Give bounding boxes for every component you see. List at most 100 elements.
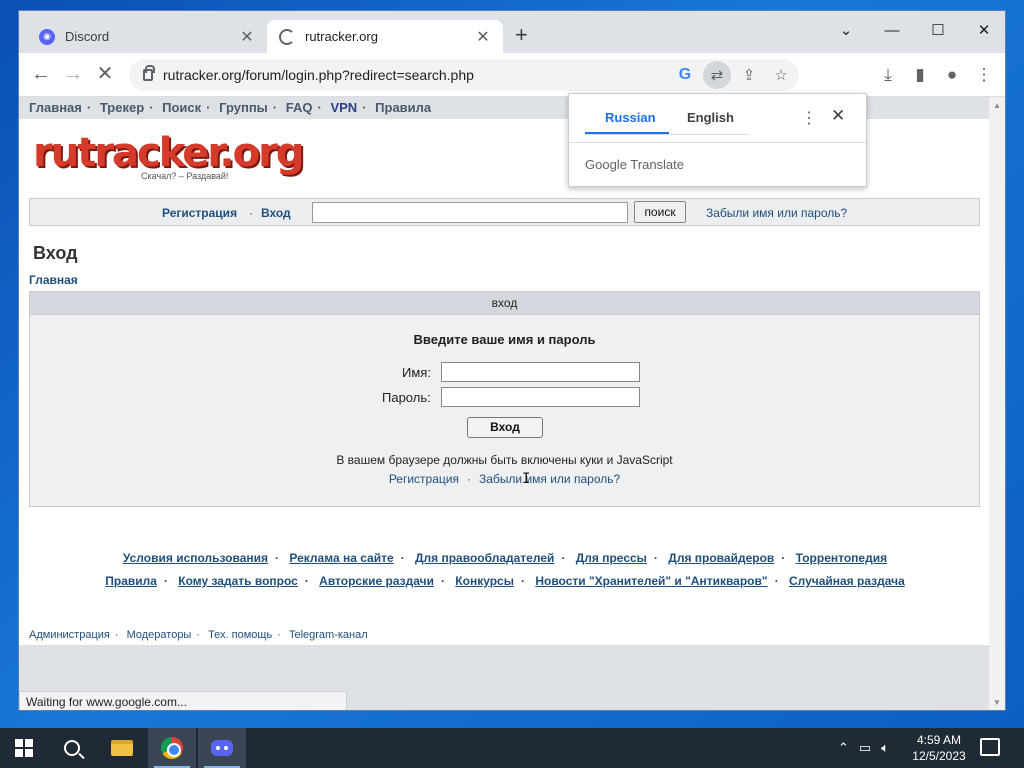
footer-links-row-2: Правила · Кому задать вопрос · Авторские р… (105, 574, 905, 588)
translate-source-language[interactable]: Russian (605, 110, 656, 125)
footer-link[interactable]: Авторские раздачи (319, 574, 434, 588)
folder-icon (111, 740, 133, 756)
admin-link[interactable]: Модераторы (127, 629, 192, 641)
footer-link[interactable]: Для правообладателей (415, 551, 554, 565)
close-icon[interactable]: ✕ (831, 106, 845, 126)
tab-search-icon[interactable]: ⌄ (823, 17, 869, 45)
tab-discord[interactable]: ◉ Discord ✕ (27, 20, 267, 53)
translate-target-language[interactable]: English (687, 110, 734, 125)
footer-link[interactable]: Кому задать вопрос (178, 574, 298, 588)
discord-icon (211, 740, 233, 756)
search-input[interactable] (312, 202, 628, 223)
breadcrumb-home[interactable]: Главная (29, 273, 78, 287)
notifications-icon[interactable] (980, 738, 1000, 756)
vertical-scrollbar[interactable]: ▲ ▼ (989, 97, 1005, 710)
text-cursor-icon: I (522, 471, 531, 487)
lock-icon[interactable] (143, 65, 155, 81)
tab-divider (585, 134, 749, 135)
bookmark-star-icon[interactable]: ☆ (767, 61, 795, 89)
footer-link[interactable]: Новости "Хранителей" и "Антикваров" (535, 574, 767, 588)
login-form: вход Введите ваше имя и пароль Имя: Паро… (29, 291, 980, 507)
username-input[interactable] (441, 362, 640, 382)
tab-title: Discord (65, 29, 110, 44)
password-label: Пароль: (382, 390, 431, 405)
side-panel-icon[interactable]: ▮ (908, 65, 932, 85)
cookies-note: В вашем браузере должны быть включены ку… (336, 453, 673, 467)
forgot-password-link[interactable]: Забыли имя или пароль? (479, 472, 620, 486)
forward-button[interactable]: → (61, 63, 85, 85)
close-tab-icon[interactable]: ✕ (475, 27, 491, 47)
search-button[interactable]: поиск (634, 201, 686, 223)
site-logo[interactable]: rutracker.org Скачал? – Раздавай! (33, 131, 304, 187)
network-icon[interactable]: ▭ (859, 740, 871, 756)
address-bar[interactable]: rutracker.org/forum/login.php?redirect=s… (129, 59, 799, 91)
footer-link[interactable]: Для провайдеров (668, 551, 774, 565)
chevron-up-icon[interactable]: ⌃ (838, 740, 849, 756)
login-prompt: Введите ваше имя и пароль (413, 332, 596, 347)
back-button[interactable]: ← (29, 63, 53, 85)
chrome-button[interactable] (148, 728, 196, 768)
download-icon[interactable]: ⤓ (876, 65, 900, 85)
nav-rules[interactable]: Правила (375, 100, 431, 115)
profile-icon[interactable]: ● (940, 65, 964, 85)
footer-link[interactable]: Торрентопедия (796, 551, 887, 565)
url-text[interactable]: rutracker.org/forum/login.php?redirect=s… (163, 67, 671, 83)
register-link[interactable]: Регистрация (389, 472, 459, 486)
nav-search[interactable]: Поиск (162, 100, 201, 115)
admin-links: Администрация · Модераторы · Тех. помощь · … (29, 629, 368, 641)
nav-groups[interactable]: Группы (219, 100, 268, 115)
google-lens-icon[interactable]: G (671, 61, 699, 89)
admin-link[interactable]: Администрация (29, 629, 110, 641)
new-tab-button[interactable]: + (515, 23, 528, 47)
footer-link[interactable]: Конкурсы (455, 574, 514, 588)
translate-popup: Russian English ⋮ ✕ Google Translate (568, 93, 867, 187)
more-options-icon[interactable]: ⋮ (801, 108, 817, 128)
password-input[interactable] (441, 387, 640, 407)
footer-link[interactable]: Условия использования (123, 551, 268, 565)
login-links: Регистрация · Забыли имя или пароль? (388, 472, 621, 486)
close-window-button[interactable]: ✕ (961, 17, 1005, 45)
share-icon[interactable]: ⇪ (735, 61, 763, 89)
search-button[interactable] (48, 728, 96, 768)
stop-button[interactable]: ✕ (93, 63, 117, 85)
minimize-button[interactable]: — (869, 17, 915, 45)
nav-vpn[interactable]: VPN (330, 100, 357, 115)
discord-button[interactable] (198, 728, 246, 768)
page-viewport: Главная · Трекер · Поиск · Группы · FAQ · VPN… (19, 97, 991, 710)
username-label: Имя: (402, 365, 431, 380)
discord-icon: ◉ (39, 28, 55, 45)
maximize-button[interactable]: ☐ (915, 17, 961, 45)
footer-link[interactable]: Случайная раздача (789, 574, 905, 588)
nav-home[interactable]: Главная (29, 100, 82, 115)
browser-window: ◉ Discord ✕ rutracker.org ✕ + ⌄ — ☐ ✕ ← … (18, 10, 1006, 711)
volume-muted-icon[interactable]: 🔈︎ (881, 740, 889, 756)
nav-faq[interactable]: FAQ (286, 100, 313, 115)
login-submit-button[interactable]: Вход (467, 417, 543, 438)
login-link[interactable]: Вход (261, 206, 291, 220)
page-title: Вход (33, 243, 78, 263)
tab-rutracker[interactable]: rutracker.org ✕ (267, 20, 503, 53)
admin-link[interactable]: Telegram-канал (289, 629, 368, 641)
footer-link[interactable]: Правила (105, 574, 157, 588)
nav-tracker[interactable]: Трекер (100, 100, 144, 115)
footer-link[interactable]: Для прессы (576, 551, 647, 565)
clock-time: 4:59 AM (916, 733, 962, 747)
chrome-icon (161, 737, 183, 759)
register-link[interactable]: Регистрация (162, 206, 237, 220)
scroll-up-icon[interactable]: ▲ (989, 101, 1005, 110)
status-bubble: Waiting for www.google.com... (19, 691, 347, 710)
scroll-down-icon[interactable]: ▼ (989, 698, 1005, 707)
translate-icon[interactable]: ⇄ (703, 61, 731, 89)
close-tab-icon[interactable]: ✕ (239, 27, 255, 47)
clock-date: 12/5/2023 (912, 749, 966, 763)
footer-link[interactable]: Реклама на сайте (289, 551, 393, 565)
forgot-password-link[interactable]: Забыли имя или пароль? (706, 206, 847, 220)
login-form-header: вход (30, 292, 979, 315)
admin-link[interactable]: Тех. помощь (208, 629, 272, 641)
file-explorer-button[interactable] (98, 728, 146, 768)
menu-icon[interactable]: ⋮ (972, 65, 996, 85)
clock[interactable]: 4:59 AM 12/5/2023 (907, 732, 971, 764)
start-button[interactable] (0, 728, 48, 768)
system-tray: ⌃ ▭ 🔈︎ (838, 728, 889, 768)
logo-slogan: Скачал? – Раздавай! (141, 171, 229, 181)
